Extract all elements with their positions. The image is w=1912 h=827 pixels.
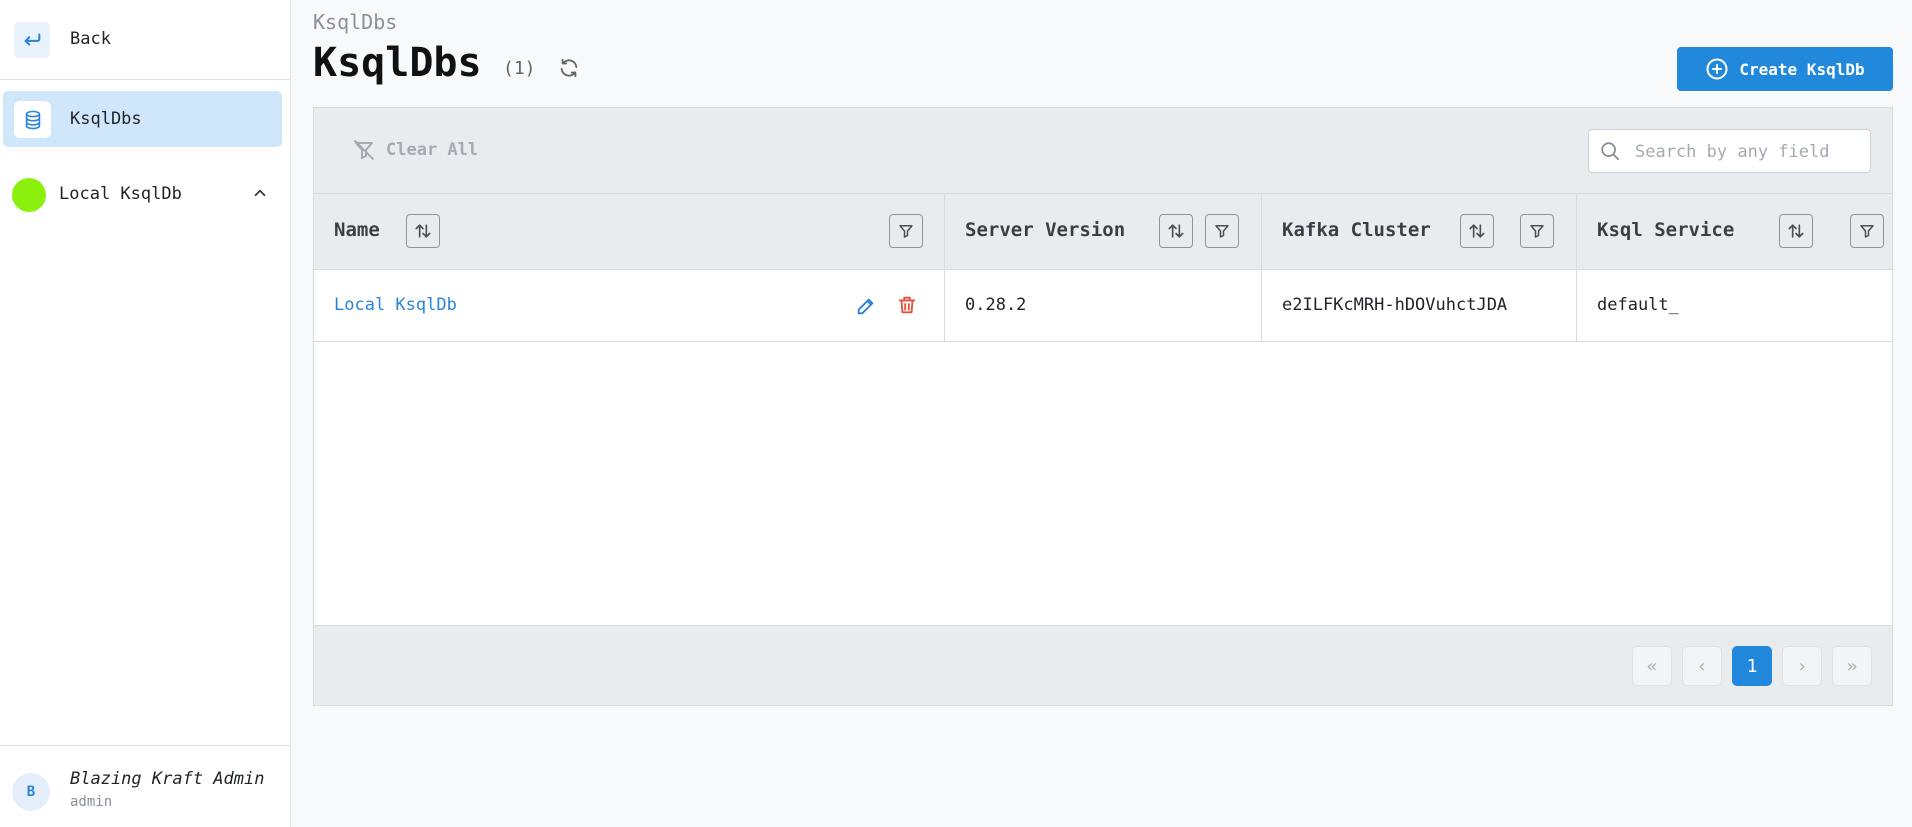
edit-icon[interactable] — [855, 295, 877, 321]
server-version-value: 0.28.2 — [965, 295, 1027, 315]
column-header-name: Name — [314, 194, 945, 269]
column-label: Ksql Service — [1597, 219, 1735, 241]
sort-icon[interactable] — [1460, 214, 1494, 248]
user-role: admin — [70, 794, 113, 810]
prev-page-icon[interactable]: ‹ — [1682, 646, 1722, 686]
cell-kafka-cluster: e2ILFKcMRH-hDOVuhctJDA — [1262, 270, 1577, 341]
filter-icon[interactable] — [889, 214, 923, 248]
sidebar-item-label: KsqlDbs — [70, 109, 142, 129]
breadcrumb[interactable]: KsqlDbs — [313, 10, 397, 34]
cell-ksql-service: default_ — [1577, 270, 1892, 341]
sort-icon[interactable] — [1159, 214, 1193, 248]
ksql-service-value: default_ — [1597, 295, 1679, 315]
page-title: KsqlDbs — [313, 40, 482, 86]
back-arrow-icon — [14, 22, 50, 58]
filter-clear-icon — [352, 138, 376, 162]
delete-icon[interactable] — [896, 294, 918, 320]
column-header-server-version: Server Version — [945, 194, 1262, 269]
clear-all-label: Clear All — [386, 140, 479, 160]
clear-all-button[interactable]: Clear All — [352, 138, 478, 162]
plus-circle-icon — [1705, 57, 1729, 81]
sidebar: Back KsqlDbs Local KsqlDb B Blazing Kraf… — [0, 0, 291, 827]
sort-icon[interactable] — [1779, 214, 1813, 248]
filter-icon[interactable] — [1205, 214, 1239, 248]
back-button[interactable]: Back — [0, 0, 291, 80]
filter-icon[interactable] — [1850, 214, 1884, 248]
refresh-icon[interactable] — [558, 57, 580, 83]
sort-icon[interactable] — [406, 214, 440, 248]
search-icon — [1599, 140, 1621, 166]
filter-icon[interactable] — [1520, 214, 1554, 248]
column-header-ksql-service: Ksql Service — [1577, 194, 1892, 269]
avatar: B — [12, 773, 50, 811]
table-toolbar: Clear All — [314, 108, 1892, 194]
cluster-color-dot — [12, 178, 46, 212]
column-label: Kafka Cluster — [1282, 219, 1431, 241]
database-icon — [14, 101, 51, 138]
column-header-kafka-cluster: Kafka Cluster — [1262, 194, 1577, 269]
back-label: Back — [70, 29, 111, 49]
kafka-cluster-value: e2ILFKcMRH-hDOVuhctJDA — [1282, 295, 1508, 315]
user-name: Blazing Kraft Admin — [70, 769, 265, 789]
item-count: (1) — [503, 58, 536, 79]
user-profile[interactable]: B Blazing Kraft Admin admin — [0, 745, 291, 827]
cell-server-version: 0.28.2 — [945, 270, 1262, 341]
sidebar-item-ksqldbs[interactable]: KsqlDbs — [3, 91, 282, 147]
last-page-icon[interactable]: » — [1832, 646, 1872, 686]
cluster-toggle[interactable]: Local KsqlDb — [0, 172, 291, 218]
search-box — [1588, 129, 1871, 174]
table-row: Local KsqlDb 0.28.2 e2ILFKcMRH-hDOVuhctJ… — [314, 270, 1892, 342]
ksqldb-name-link[interactable]: Local KsqlDb — [334, 295, 457, 315]
create-ksqldb-button[interactable]: Create KsqlDb — [1677, 47, 1893, 91]
search-input[interactable] — [1633, 130, 1867, 174]
page-button[interactable]: 1 — [1732, 646, 1772, 686]
ksqldb-table-panel: Clear All Name Server Version — [313, 107, 1893, 706]
cell-name: Local KsqlDb — [314, 270, 945, 341]
create-button-label: Create KsqlDb — [1739, 59, 1865, 79]
column-label: Server Version — [965, 219, 1126, 241]
pagination-bar: « ‹ 1 › » — [314, 625, 1892, 705]
column-label: Name — [334, 219, 380, 241]
next-page-icon[interactable]: › — [1782, 646, 1822, 686]
cluster-label: Local KsqlDb — [59, 184, 182, 204]
table-header: Name Server Version Kafka Cluster Ksql S… — [314, 194, 1892, 270]
first-page-icon[interactable]: « — [1632, 646, 1672, 686]
chevron-up-icon — [251, 184, 269, 206]
